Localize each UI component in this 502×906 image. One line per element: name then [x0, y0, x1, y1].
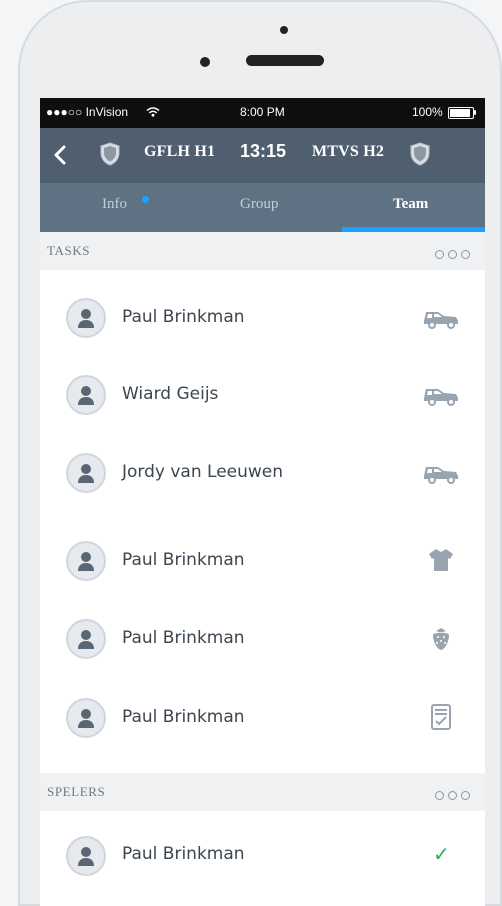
front-camera	[200, 57, 210, 67]
person-icon	[78, 847, 94, 866]
back-chevron-icon[interactable]	[50, 145, 70, 165]
task-row[interactable]: Paul Brinkman	[40, 523, 485, 598]
strawberry-icon	[433, 628, 449, 650]
task-row[interactable]: Jordy van Leeuwen	[40, 435, 485, 510]
battery-cap	[474, 110, 476, 115]
battery-fill	[450, 109, 470, 117]
player-row[interactable]: Paul Brinkman ✓	[40, 814, 485, 889]
wifi-icon	[146, 107, 160, 117]
avatar	[66, 541, 106, 581]
battery-percent: 100%	[412, 105, 443, 119]
member-name: Paul Brinkman	[122, 707, 245, 727]
notification-dot	[142, 196, 149, 203]
member-name: Paul Brinkman	[122, 307, 245, 327]
battery-icon	[448, 107, 474, 119]
member-name: Jordy van Leeuwen	[122, 462, 284, 482]
home-team-name: GFLH H1	[144, 143, 216, 160]
proximity-sensor	[280, 26, 288, 34]
avatar	[66, 698, 106, 738]
status-time: 8:00 PM	[240, 105, 285, 119]
match-time: 13:15	[240, 141, 287, 161]
car-icon	[424, 389, 458, 406]
tab-group[interactable]: Group	[240, 196, 278, 213]
away-team-shield-icon	[410, 142, 430, 166]
avatar	[66, 619, 106, 659]
person-icon	[78, 630, 94, 649]
carrier-signal: ●●●○○ InVision	[46, 105, 129, 119]
person-icon	[78, 464, 94, 483]
avatar	[66, 836, 106, 876]
home-team-shield-icon	[100, 142, 120, 166]
shirt-icon	[429, 549, 453, 571]
task-row[interactable]: Wiard Geijs	[40, 357, 485, 432]
players-section-title: SPELERS	[47, 784, 106, 799]
task-row[interactable]: Paul Brinkman	[40, 280, 485, 355]
status-bar: ●●●○○ InVision 8:00 PM 100%	[40, 98, 485, 128]
person-icon	[78, 309, 94, 328]
checkmark-icon: ✓	[433, 842, 450, 866]
car-icon	[424, 467, 458, 484]
person-icon	[78, 386, 94, 405]
avatar	[66, 298, 106, 338]
more-options-icon[interactable]	[431, 785, 475, 800]
earpiece-speaker	[246, 55, 324, 66]
tasks-section-title: TASKS	[47, 243, 91, 258]
match-header: GFLH H1 13:15 MTVS H2	[40, 128, 485, 183]
task-row[interactable]: Paul Brinkman	[40, 680, 485, 755]
car-icon	[424, 312, 458, 329]
avatar	[66, 453, 106, 493]
checklist-icon	[431, 704, 451, 730]
players-section-header: SPELERS	[40, 773, 485, 811]
member-name: Paul Brinkman	[122, 628, 245, 648]
person-icon	[78, 709, 94, 728]
task-row[interactable]: Paul Brinkman	[40, 601, 485, 676]
member-name: Paul Brinkman	[122, 550, 245, 570]
tab-bar: Info Group Team	[40, 183, 485, 232]
tab-info[interactable]: Info	[102, 196, 127, 213]
away-team-name: MTVS H2	[312, 143, 385, 160]
more-options-icon[interactable]	[431, 244, 475, 259]
tab-team[interactable]: Team	[393, 196, 428, 213]
tasks-section-header: TASKS	[40, 232, 485, 270]
avatar	[66, 375, 106, 415]
person-icon	[78, 552, 94, 571]
phone-screen: ●●●○○ InVision 8:00 PM 100% GFLH H1 13:1…	[40, 98, 485, 906]
player-name: Paul Brinkman	[122, 844, 245, 864]
member-name: Wiard Geijs	[122, 384, 219, 404]
